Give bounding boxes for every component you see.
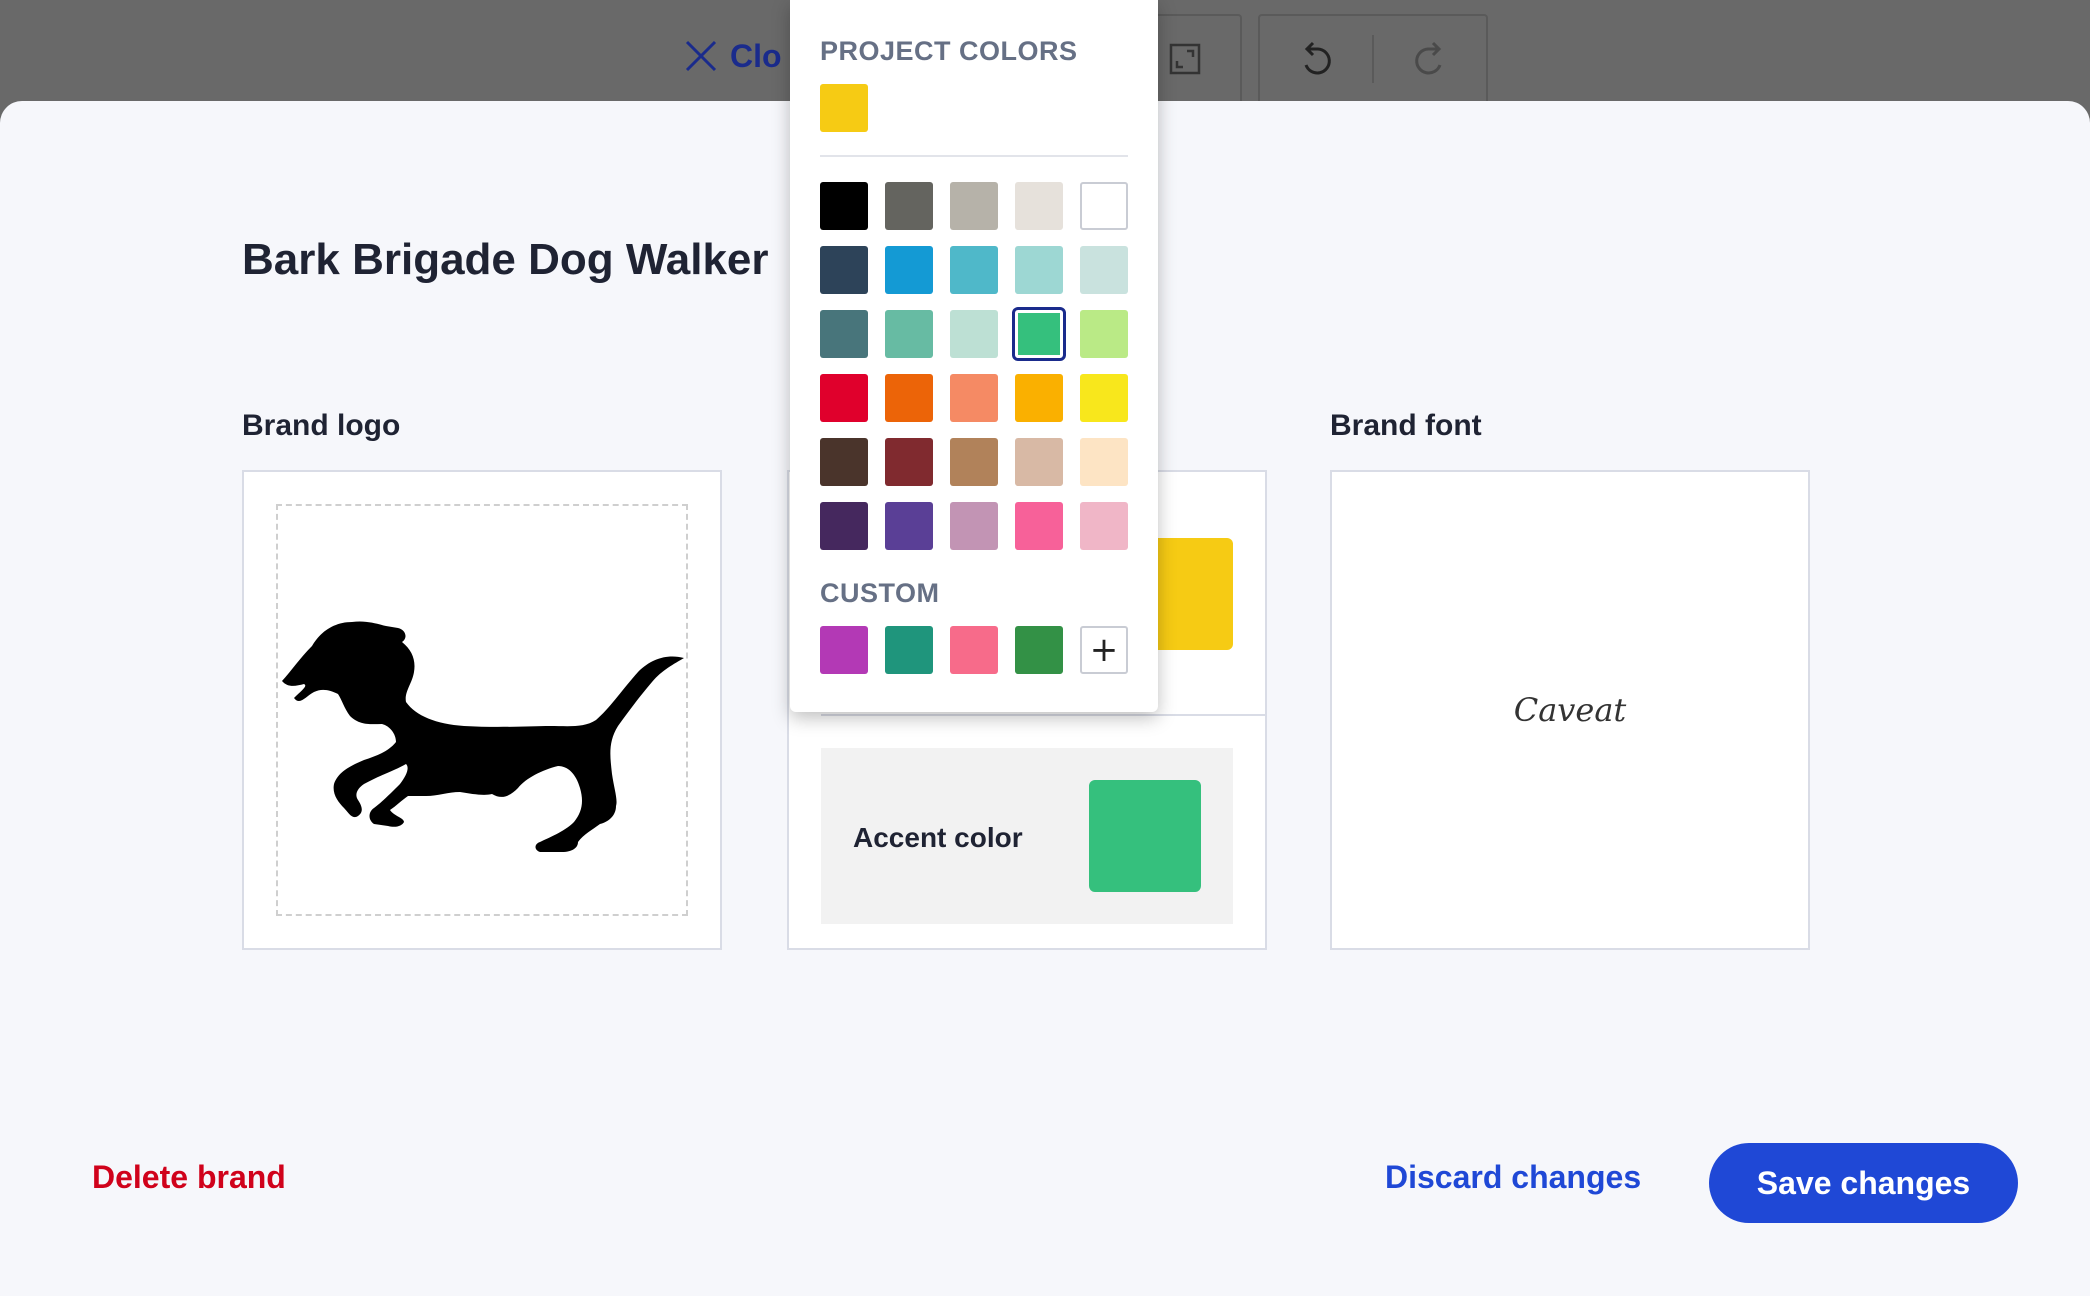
- close-button[interactable]: Clo: [684, 32, 782, 80]
- color-picker-popover: PROJECT COLORS CUSTOM +: [790, 0, 1158, 712]
- palette-color-swatch[interactable]: [820, 310, 868, 358]
- undo-button[interactable]: [1260, 16, 1372, 102]
- brand-logo-label: Brand logo: [242, 409, 401, 442]
- palette-color-swatch[interactable]: [950, 502, 998, 550]
- palette-color-swatch[interactable]: [1080, 438, 1128, 486]
- custom-colors-heading: CUSTOM: [820, 578, 940, 608]
- palette-color-swatch[interactable]: [1080, 310, 1128, 358]
- redo-button[interactable]: [1374, 16, 1486, 102]
- close-label: Clo: [730, 37, 782, 74]
- palette-color-swatch[interactable]: [1015, 182, 1063, 230]
- accent-color-row[interactable]: Accent color: [821, 748, 1233, 924]
- accent-color-label: Accent color: [853, 822, 1023, 853]
- palette-color-swatch[interactable]: [1012, 307, 1066, 361]
- custom-color-swatch[interactable]: [885, 626, 933, 674]
- redo-icon: [1415, 41, 1442, 75]
- history-toolgroup: [1258, 14, 1488, 102]
- palette-color-swatch[interactable]: [1015, 502, 1063, 550]
- project-colors-heading: PROJECT COLORS: [820, 36, 1078, 66]
- dog-silhouette-logo: [282, 621, 684, 852]
- palette-color-swatch[interactable]: [820, 246, 868, 294]
- palette-color-swatch[interactable]: [1015, 374, 1063, 422]
- palette-color-swatch[interactable]: [1080, 374, 1128, 422]
- palette-color-swatch[interactable]: [1015, 246, 1063, 294]
- palette-color-swatch[interactable]: [1015, 438, 1063, 486]
- brand-name-title[interactable]: Bark Brigade Dog Walker: [242, 235, 769, 285]
- accent-color-swatch[interactable]: [1089, 780, 1201, 892]
- palette-color-swatch[interactable]: [885, 438, 933, 486]
- project-color-swatch[interactable]: [820, 84, 868, 132]
- save-changes-button[interactable]: Save changes: [1709, 1143, 2018, 1223]
- palette-color-swatch[interactable]: [885, 310, 933, 358]
- colors-divider: [821, 714, 1265, 716]
- discard-changes-link[interactable]: Discard changes: [1385, 1159, 1641, 1196]
- undo-icon: [1304, 41, 1331, 75]
- custom-color-swatch[interactable]: [1015, 626, 1063, 674]
- brand-font-card[interactable]: Caveat: [1330, 470, 1810, 950]
- custom-color-swatch[interactable]: [950, 626, 998, 674]
- expand-icon: [1169, 43, 1201, 75]
- palette-color-swatch[interactable]: [1080, 182, 1128, 230]
- palette-color-swatch[interactable]: [885, 374, 933, 422]
- palette-color-swatch[interactable]: [820, 182, 868, 230]
- font-sample-text: Caveat: [1513, 691, 1627, 729]
- palette-color-swatch[interactable]: [885, 246, 933, 294]
- palette-color-swatch[interactable]: [1080, 246, 1128, 294]
- close-icon: [685, 40, 717, 72]
- palette-color-swatch[interactable]: [885, 182, 933, 230]
- logo-dropzone[interactable]: [276, 504, 688, 916]
- palette-color-swatch[interactable]: [820, 374, 868, 422]
- palette-color-swatch[interactable]: [820, 502, 868, 550]
- brand-font-label: Brand font: [1330, 409, 1482, 442]
- palette-color-swatch[interactable]: [950, 438, 998, 486]
- palette-color-swatch[interactable]: [950, 374, 998, 422]
- palette-color-swatch[interactable]: [950, 246, 998, 294]
- custom-color-swatch[interactable]: [820, 626, 868, 674]
- brand-logo-card[interactable]: [242, 470, 722, 950]
- palette-color-swatch[interactable]: [950, 182, 998, 230]
- palette-color-swatch[interactable]: [950, 310, 998, 358]
- palette-color-swatch[interactable]: [820, 438, 868, 486]
- palette-color-swatch[interactable]: [1080, 502, 1128, 550]
- add-custom-color-button[interactable]: +: [1080, 626, 1128, 674]
- delete-brand-link[interactable]: Delete brand: [92, 1159, 286, 1196]
- palette-color-swatch[interactable]: [885, 502, 933, 550]
- picker-divider: [820, 155, 1128, 157]
